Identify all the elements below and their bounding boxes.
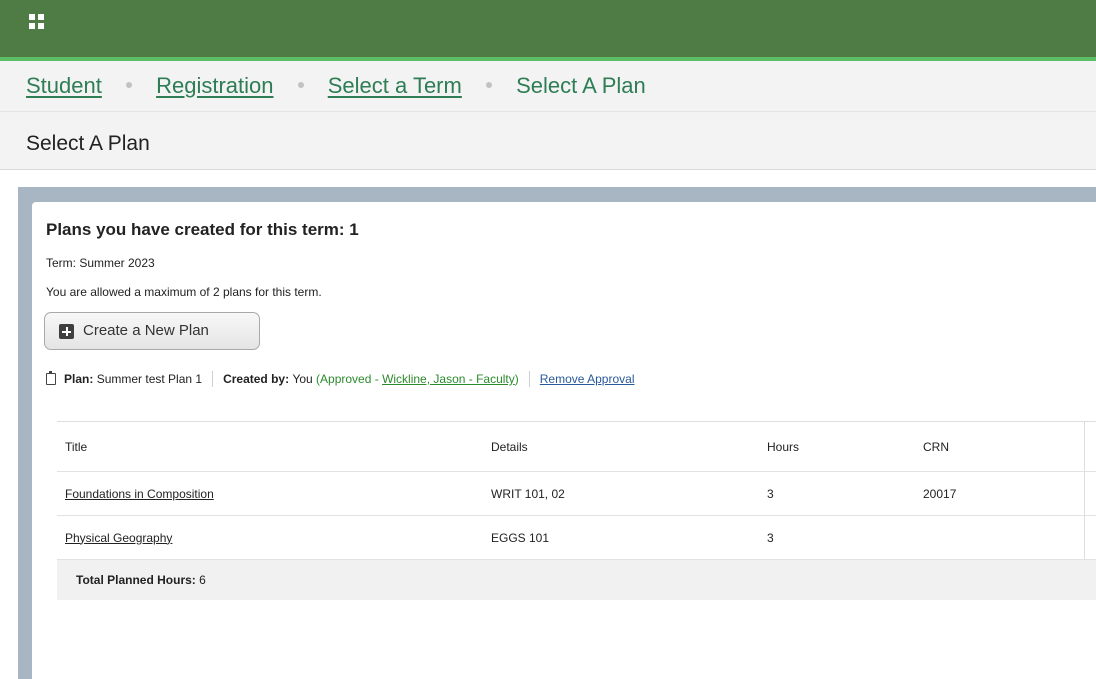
course-crn [915, 515, 1085, 560]
plan-label: Plan: [64, 372, 94, 386]
extra-cell [1084, 471, 1096, 516]
page-title-bar: Select A Plan [0, 112, 1096, 170]
breadcrumb-current: Select A Plan [516, 73, 646, 98]
created-by-value: You [292, 372, 313, 386]
max-plans-note: You are allowed a maximum of 2 plans for… [46, 285, 322, 299]
breadcrumb-student[interactable]: Student [26, 73, 102, 98]
total-hours-label: Total Planned Hours: [76, 573, 196, 587]
top-header-bar [0, 0, 1096, 57]
plus-square-icon [59, 324, 74, 339]
table-row: Physical Geography EGGS 101 3 [57, 515, 1096, 560]
approver-link[interactable]: Wickline, Jason - Faculty [382, 372, 515, 386]
course-title-link[interactable]: Physical Geography [65, 531, 172, 545]
plan-summary: Plan: Summer test Plan 1 Created by: You… [46, 371, 634, 387]
breadcrumb-separator [485, 82, 492, 89]
approved-suffix: ) [514, 372, 519, 386]
breadcrumb-registration[interactable]: Registration [156, 73, 273, 98]
plan-name: Summer test Plan 1 [96, 372, 203, 386]
remove-approval-link[interactable]: Remove Approval [540, 372, 635, 386]
column-header-extra [1084, 421, 1096, 472]
created-by-label: Created by: [223, 372, 290, 386]
divider [528, 371, 530, 387]
divider [212, 371, 214, 387]
breadcrumb-select-term[interactable]: Select a Term [328, 73, 462, 98]
column-header-crn[interactable]: CRN [915, 421, 1085, 472]
course-title-cell: Foundations in Composition [57, 471, 483, 516]
approval-status: (Approved - Wickline, Jason - Faculty) [316, 372, 519, 386]
column-header-hours[interactable]: Hours [759, 421, 915, 472]
course-hours: 3 [759, 515, 915, 560]
table-header-row: Title Details Hours CRN [57, 421, 1096, 472]
clipboard-icon [46, 371, 56, 385]
total-hours-value: 6 [199, 573, 206, 587]
course-crn: 20017 [915, 471, 1085, 516]
breadcrumb: Student Registration Select a Term Selec… [26, 73, 646, 99]
column-header-title[interactable]: Title [57, 421, 483, 472]
breadcrumb-separator [125, 82, 132, 89]
table-row: Foundations in Composition WRIT 101, 02 … [57, 471, 1096, 516]
approved-prefix: (Approved - [316, 372, 383, 386]
term-label: Term: Summer 2023 [46, 256, 155, 270]
extra-cell [1084, 515, 1096, 560]
apps-grid-icon[interactable] [29, 14, 45, 30]
breadcrumb-separator [297, 82, 304, 89]
create-plan-button[interactable]: Create a New Plan [44, 312, 260, 350]
course-title-link[interactable]: Foundations in Composition [65, 487, 214, 501]
course-hours: 3 [759, 471, 915, 516]
plan-courses-table: Title Details Hours CRN Foundations in C… [57, 421, 1096, 600]
totals-row: Total Planned Hours: 6 [57, 559, 1096, 600]
plans-heading: Plans you have created for this term: 1 [46, 220, 359, 239]
breadcrumb-bar: Student Registration Select a Term Selec… [0, 61, 1096, 112]
column-header-details[interactable]: Details [483, 421, 759, 472]
course-details: EGGS 101 [483, 515, 759, 560]
page-title: Select A Plan [26, 132, 150, 155]
course-details: WRIT 101, 02 [483, 471, 759, 516]
course-title-cell: Physical Geography [57, 515, 483, 560]
total-hours-cell: Total Planned Hours: 6 [57, 559, 1096, 600]
create-plan-label: Create a New Plan [83, 322, 209, 339]
